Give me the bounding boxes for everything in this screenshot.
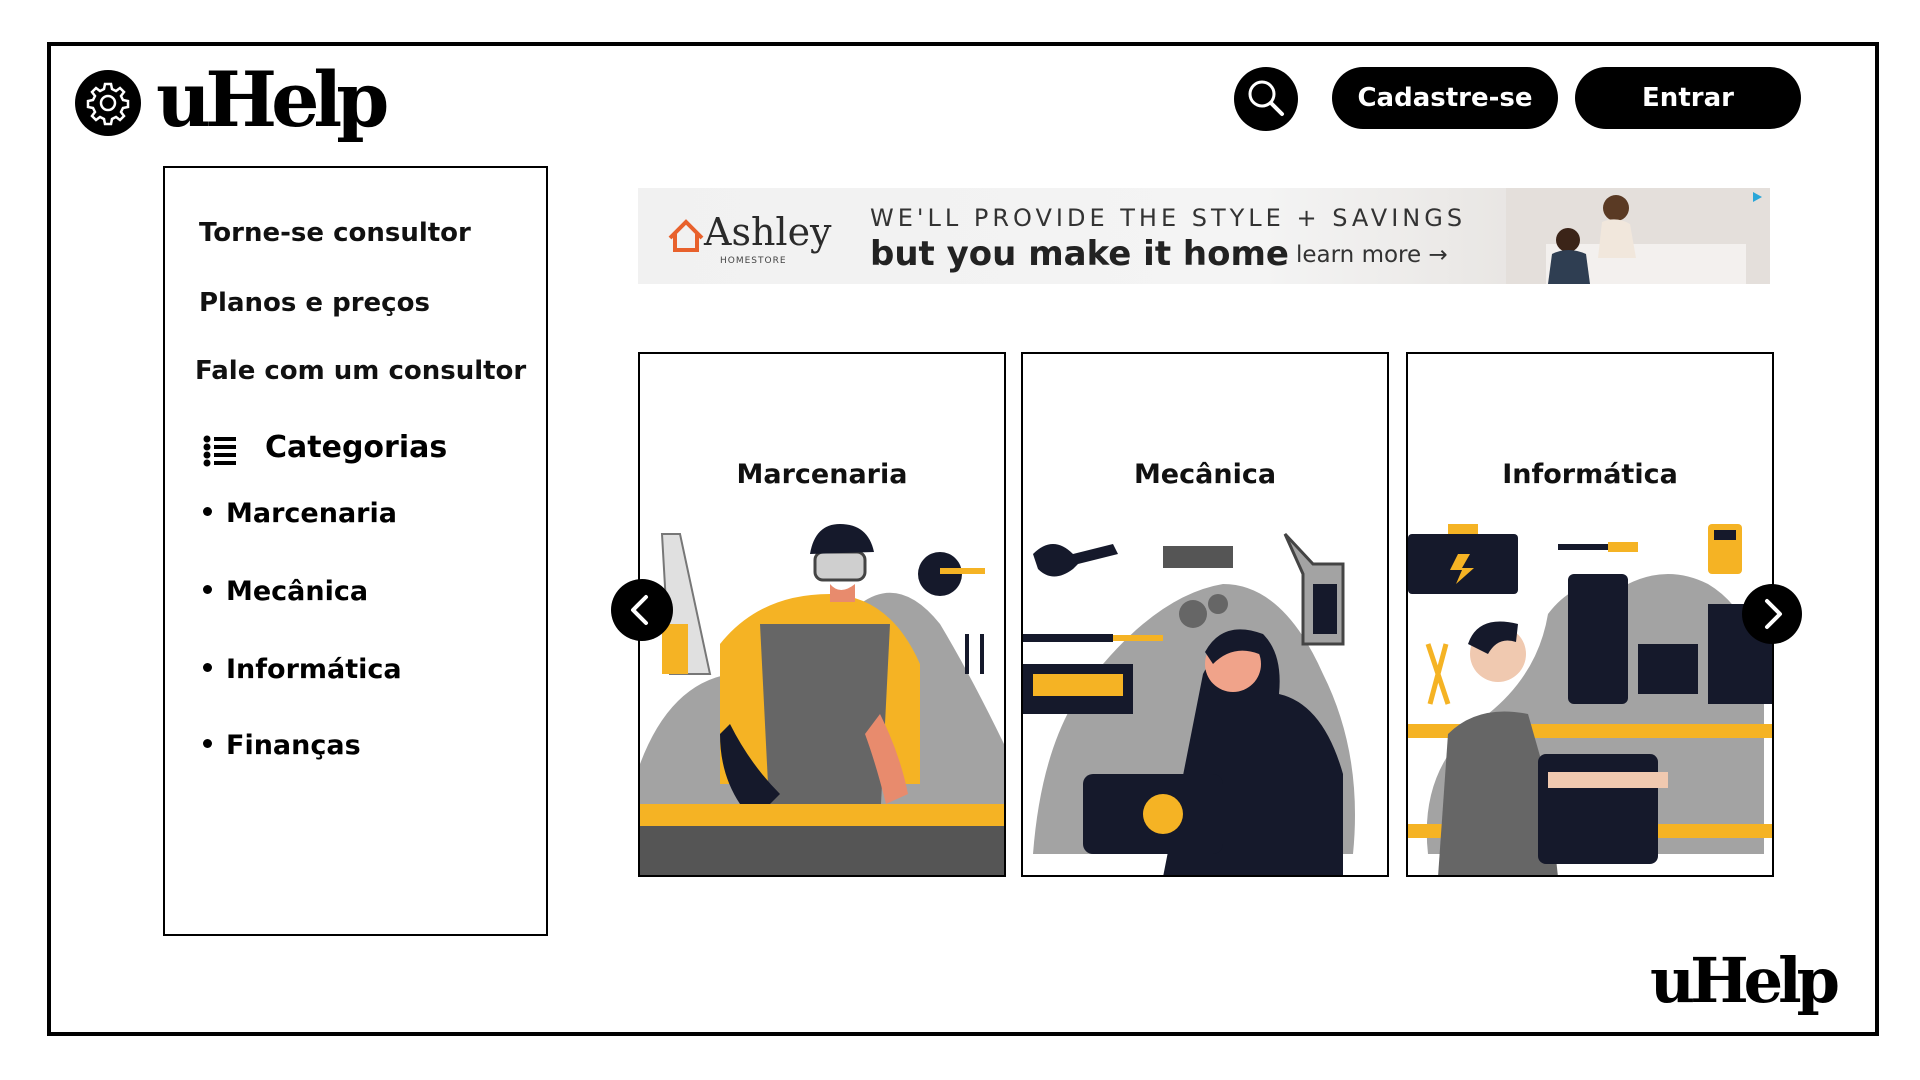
carousel-next-button[interactable] bbox=[1742, 584, 1802, 644]
ad-family-photo bbox=[1506, 188, 1770, 284]
category-label: Finanças bbox=[226, 730, 361, 761]
category-item-mecanica[interactable]: Mecânica bbox=[203, 576, 368, 607]
chevron-right-icon bbox=[1765, 599, 1782, 629]
signup-button[interactable]: Cadastre-se bbox=[1332, 67, 1558, 129]
ad-choices-icon[interactable] bbox=[1750, 190, 1764, 204]
ad-brand-sub: HOMESTORE bbox=[720, 256, 787, 266]
category-label: Mecânica bbox=[226, 576, 369, 607]
footer-logo: uHelp bbox=[1650, 944, 1840, 1017]
card-title: Mecânica bbox=[1133, 459, 1277, 490]
category-card-mecanica[interactable]: Mecânica bbox=[1021, 352, 1389, 877]
category-card-informatica[interactable]: Informática bbox=[1406, 352, 1774, 877]
bullet bbox=[203, 739, 212, 748]
category-item-marcenaria[interactable]: Marcenaria bbox=[203, 498, 397, 529]
card-title: Marcenaria bbox=[736, 459, 908, 490]
sidebar-link-contact-consultant[interactable]: Fale com um consultor bbox=[195, 356, 526, 386]
ad-tagline: but you make it home bbox=[870, 234, 1289, 274]
ad-brand: Ashley bbox=[704, 210, 832, 254]
mechanic-illustration bbox=[1023, 532, 1355, 875]
ad-banner[interactable]: Ashley HOMESTORE WE'LL PROVIDE THE STYLE… bbox=[638, 188, 1770, 284]
bullet bbox=[203, 663, 212, 672]
sidebar: Torne-se consultor Planos e preços Fale … bbox=[163, 166, 548, 936]
category-item-informatica[interactable]: Informática bbox=[203, 654, 402, 685]
sidebar-link-plans[interactable]: Planos e preços bbox=[199, 288, 430, 318]
carpenter-illustration bbox=[640, 524, 1004, 875]
technician-illustration bbox=[1408, 524, 1772, 875]
search-button[interactable] bbox=[1234, 67, 1298, 131]
bullet bbox=[203, 507, 212, 516]
categories-heading: Categorias bbox=[265, 430, 448, 465]
chevron-left-icon bbox=[631, 595, 648, 625]
gear-icon[interactable] bbox=[75, 70, 141, 136]
bullet bbox=[203, 585, 212, 594]
category-label: Marcenaria bbox=[226, 498, 397, 529]
category-card-marcenaria[interactable]: Marcenaria bbox=[638, 352, 1006, 877]
category-item-financas[interactable]: Finanças bbox=[203, 730, 361, 761]
brand-logo[interactable]: uHelp bbox=[156, 62, 389, 138]
list-icon bbox=[203, 435, 236, 467]
sidebar-link-become-consultant[interactable]: Torne-se consultor bbox=[199, 218, 471, 248]
card-title: Informática bbox=[1502, 459, 1678, 490]
ad-learn-more-link[interactable]: learn more → bbox=[1296, 242, 1448, 268]
category-label: Informática bbox=[226, 654, 402, 685]
carousel-prev-button[interactable] bbox=[611, 579, 673, 641]
house-logo-icon bbox=[668, 219, 704, 252]
login-button[interactable]: Entrar bbox=[1575, 67, 1801, 129]
search-icon bbox=[1248, 80, 1284, 116]
ad-headline: WE'LL PROVIDE THE STYLE + SAVINGS bbox=[870, 204, 1467, 232]
